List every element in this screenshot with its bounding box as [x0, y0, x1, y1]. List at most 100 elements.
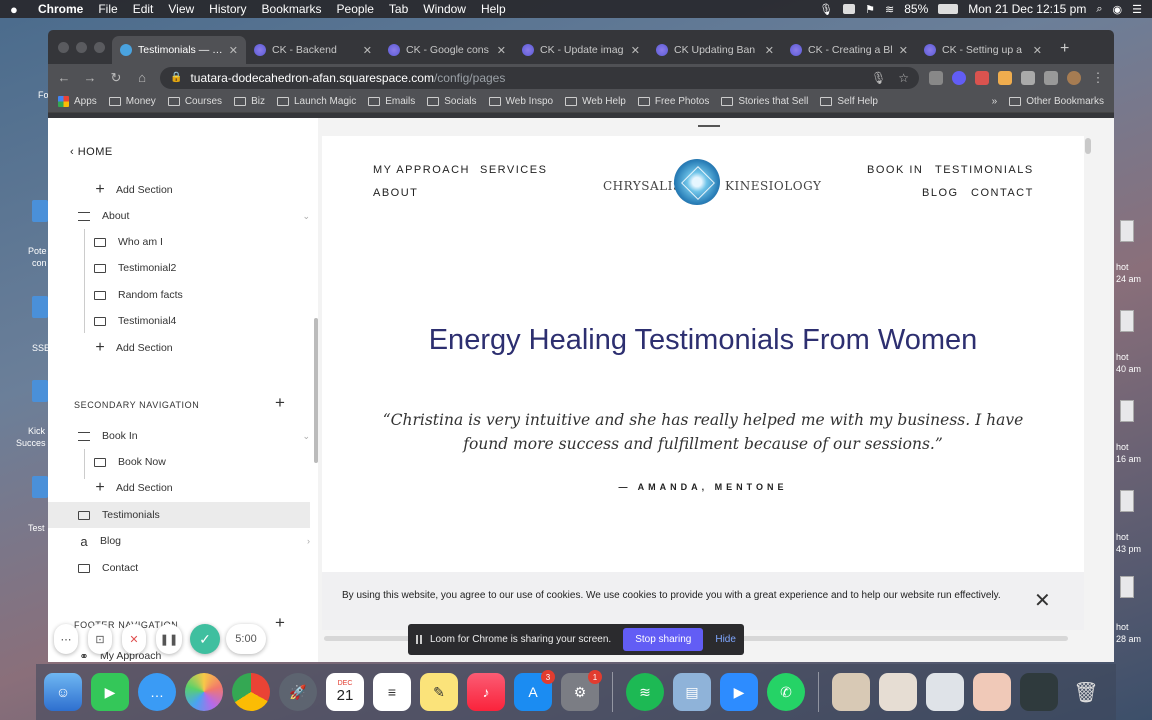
bookmark-folder-free-photos[interactable]: Free Photos — [637, 96, 709, 107]
desktop-label[interactable]: 16 am — [1116, 454, 1141, 464]
calendar-icon[interactable]: DEC 21 — [326, 673, 364, 711]
trash-icon[interactable]: 🗑 — [1067, 673, 1105, 711]
close-icon[interactable]: ✕ — [1034, 588, 1051, 613]
site-nav-services[interactable]: SERVICES — [480, 164, 547, 176]
messages-icon[interactable]: … — [138, 673, 176, 711]
tab-ck-creating-blog[interactable]: CK - Creating a Bl ✕ — [782, 36, 916, 64]
desktop-label[interactable]: hot — [1116, 262, 1129, 272]
desktop-label[interactable]: Kick — [28, 426, 45, 436]
desktop-file-icon[interactable] — [32, 200, 48, 222]
nav-item-blog[interactable]: a Blog › — [78, 528, 310, 554]
lock-icon[interactable]: 🔒 — [170, 72, 182, 83]
loom-extension-icon[interactable] — [952, 70, 966, 85]
site-nav-about[interactable]: ABOUT — [373, 187, 418, 199]
launchpad-rocket-icon[interactable]: 🚀 — [279, 673, 317, 711]
add-section-button[interactable]: + Add Section — [94, 335, 318, 361]
tab-testimonials[interactable]: Testimonials — CK ✕ — [112, 36, 246, 64]
loom-delete-icon[interactable]: ✕ — [122, 624, 146, 654]
close-icon[interactable]: ✕ — [363, 44, 372, 57]
home-back-link[interactable]: ‹ HOME — [70, 146, 113, 158]
tab-ck-updating-banner[interactable]: CK Updating Ban ✕ — [648, 36, 782, 64]
notes-icon[interactable]: ✎ — [420, 673, 458, 711]
nav-item-book-now[interactable]: Book Now — [94, 449, 318, 475]
loom-camera-icon[interactable]: ⊡ — [88, 624, 112, 654]
drag-grip-icon[interactable] — [416, 635, 422, 644]
menu-edit[interactable]: Edit — [133, 2, 154, 16]
hide-button[interactable]: Hide — [715, 634, 736, 645]
spotlight-search-icon[interactable]: ⌕ — [1096, 3, 1102, 16]
add-page-plus-icon[interactable]: + — [275, 613, 285, 633]
reading-list-icon[interactable] — [1044, 70, 1058, 85]
recent-document-thumbnail[interactable] — [879, 673, 917, 711]
site-nav-testimonials[interactable]: TESTIMONIALS — [935, 164, 1034, 176]
microphone-icon[interactable]: 🎙 — [819, 3, 833, 16]
chrysalis-logo-icon[interactable] — [674, 159, 720, 205]
notification-center-icon[interactable]: ☰ — [1132, 3, 1142, 16]
bookmark-other-bookmarks[interactable]: Other Bookmarks — [1009, 96, 1104, 107]
bookmark-folder-money[interactable]: Money — [108, 96, 156, 107]
menu-bookmarks[interactable]: Bookmarks — [262, 2, 322, 16]
back-arrow-icon[interactable]: ← — [56, 70, 72, 85]
puzzle-extensions-icon[interactable] — [1021, 70, 1035, 85]
site-nav-my-approach[interactable]: MY APPROACH — [373, 164, 470, 176]
screenshot-stack-icon[interactable] — [973, 673, 1011, 711]
menu-history[interactable]: History — [209, 2, 246, 16]
battery-icon[interactable] — [938, 4, 959, 14]
app-store-icon[interactable]: A3 — [514, 670, 555, 711]
new-tab-button[interactable]: + — [1050, 40, 1079, 64]
microphone-icon[interactable]: 🎙 — [871, 71, 886, 85]
close-icon[interactable]: ✕ — [899, 44, 908, 57]
siri-icon[interactable]: ◉ — [1113, 3, 1123, 16]
site-nav-contact[interactable]: CONTACT — [971, 187, 1034, 199]
menu-window[interactable]: Window — [423, 2, 466, 16]
more-menu-icon[interactable]: ⋮ — [1090, 70, 1106, 86]
close-icon[interactable]: ✕ — [765, 44, 774, 57]
tab-ck-google-console[interactable]: CK - Google cons ✕ — [380, 36, 514, 64]
preview-icon[interactable]: ▤ — [673, 673, 711, 711]
desktop-file-icon[interactable] — [32, 380, 48, 402]
desktop-label[interactable]: hot — [1116, 352, 1129, 362]
desktop-label[interactable]: Test — [28, 523, 45, 533]
loom-pause-icon[interactable]: ❚❚ — [156, 624, 182, 654]
minimize-window-button[interactable] — [76, 42, 87, 53]
reload-icon[interactable]: ↻ — [108, 70, 124, 86]
screenshot-thumbnail[interactable] — [1120, 400, 1134, 422]
nav-item-book-in[interactable]: Book In ⌄ — [78, 423, 310, 449]
reminders-icon[interactable]: ≡ — [373, 673, 411, 711]
nav-item-random-facts[interactable]: Random facts — [94, 282, 318, 308]
drag-handle[interactable] — [698, 125, 720, 127]
bookmark-folder-biz[interactable]: Biz — [234, 96, 265, 107]
bookmark-folder-stories[interactable]: Stories that Sell — [721, 96, 808, 107]
desktop-label[interactable]: hot — [1116, 622, 1129, 632]
forward-arrow-icon[interactable]: → — [82, 70, 98, 85]
screenshot-thumbnail[interactable] — [1120, 310, 1134, 332]
close-icon[interactable]: ✕ — [497, 44, 506, 57]
desktop-label[interactable]: 43 pm — [1116, 544, 1141, 554]
nav-item-about[interactable]: About ⌄ — [78, 203, 310, 229]
screenshot-thumbnail[interactable] — [1120, 220, 1134, 242]
loom-status-icon[interactable] — [843, 4, 856, 14]
downloads-stack-icon[interactable] — [926, 673, 964, 711]
add-section-button[interactable]: + Add Section — [94, 475, 318, 501]
close-icon[interactable]: ✕ — [1033, 44, 1042, 57]
menu-view[interactable]: View — [168, 2, 194, 16]
color-extension-icon[interactable] — [975, 70, 989, 85]
home-icon[interactable]: ⌂ — [134, 70, 150, 85]
chevron-down-icon[interactable]: ⌄ — [302, 431, 310, 442]
site-nav-blog[interactable]: BLOG — [922, 187, 959, 199]
screen-recording-thumbnail[interactable] — [1020, 673, 1058, 711]
nav-item-testimonials[interactable]: Testimonials — [48, 502, 310, 528]
desktop-label[interactable]: Pote — [28, 246, 47, 256]
whatsapp-icon[interactable]: ✆ — [767, 673, 805, 711]
recent-photo-thumbnail[interactable] — [832, 673, 870, 711]
spotify-icon[interactable]: ≋ — [626, 673, 664, 711]
tab-ck-setting-up[interactable]: CK - Setting up a ✕ — [916, 36, 1050, 64]
zoom-window-button[interactable] — [94, 42, 105, 53]
flag-icon[interactable]: ⚑ — [865, 3, 875, 16]
bookmark-folder-socials[interactable]: Socials — [427, 96, 477, 107]
chevron-down-icon[interactable]: ⌄ — [302, 211, 310, 222]
desktop-label[interactable]: 24 am — [1116, 274, 1141, 284]
menu-file[interactable]: File — [98, 2, 117, 16]
desktop-file-icon[interactable] — [32, 476, 48, 498]
site-nav-book-in[interactable]: BOOK IN — [867, 164, 923, 176]
